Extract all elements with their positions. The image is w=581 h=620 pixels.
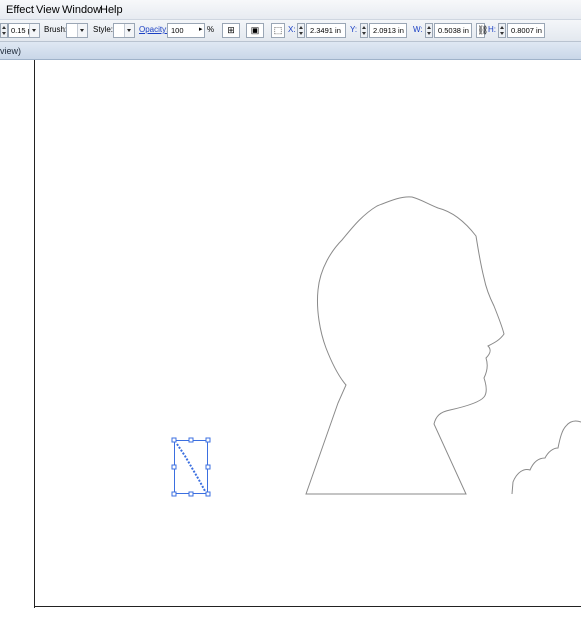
selection-box[interactable] — [171, 437, 211, 497]
selection-handle-top[interactable] — [188, 437, 194, 443]
w-stepper[interactable] — [425, 23, 433, 38]
menu-view[interactable]: View — [36, 4, 60, 16]
document-tab-strip: view) — [0, 42, 581, 60]
selection-handle-top-left[interactable] — [171, 437, 177, 443]
opacity-label[interactable]: Opacity: — [139, 25, 168, 34]
stroke-weight-stepper[interactable] — [0, 23, 8, 38]
menu-effect[interactable]: Effect — [6, 4, 34, 16]
h-stepper[interactable] — [498, 23, 506, 38]
transform-icon[interactable]: ⬚ — [271, 23, 285, 38]
y-stepper[interactable] — [360, 23, 368, 38]
chevron-down-icon — [124, 24, 134, 37]
style-label: Style: — [93, 25, 114, 34]
selection-handle-bottom-left[interactable] — [171, 491, 177, 497]
canvas-area[interactable] — [0, 60, 581, 620]
brush-dropdown[interactable] — [66, 23, 88, 38]
selection-handle-right[interactable] — [205, 464, 211, 470]
y-label[interactable]: Y: — [350, 25, 357, 34]
document-tab-label[interactable]: view) — [0, 46, 21, 56]
w-field[interactable]: 0.5038 in — [434, 23, 472, 38]
x-label[interactable]: X: — [288, 25, 296, 34]
menu-bar: Effect View Window Help — [0, 0, 581, 20]
percent-sign: % — [207, 25, 215, 34]
align-icon[interactable]: ⊞ — [222, 23, 240, 38]
artwork — [171, 196, 581, 497]
selection-handle-bottom[interactable] — [188, 491, 194, 497]
chevron-down-icon — [29, 24, 39, 37]
menu-window[interactable]: Window — [62, 4, 101, 16]
chevron-down-icon — [77, 24, 87, 37]
selection-handle-left[interactable] — [171, 464, 177, 470]
brush-label: Brush: — [44, 25, 68, 34]
link-icon[interactable]: ⛓ — [476, 23, 488, 38]
stroke-weight-dropdown[interactable]: 0.15 p — [8, 23, 40, 38]
opacity-arrow-icon[interactable]: ▸ — [199, 25, 203, 33]
y-field[interactable]: 2.0913 in — [369, 23, 407, 38]
h-label[interactable]: H: — [488, 25, 496, 34]
selection-handle-bottom-right[interactable] — [205, 491, 211, 497]
selection-handle-top-right[interactable] — [205, 437, 211, 443]
w-label[interactable]: W: — [413, 25, 423, 34]
arrange-icon[interactable]: ▣ — [246, 23, 264, 38]
partial-silhouette[interactable] — [511, 420, 581, 495]
style-dropdown[interactable] — [113, 23, 135, 38]
x-stepper[interactable] — [297, 23, 305, 38]
x-field[interactable]: 2.3491 in — [306, 23, 346, 38]
menu-help[interactable]: Help — [100, 4, 123, 16]
h-field[interactable]: 0.8007 in — [507, 23, 545, 38]
control-toolbar: 0.15 p Brush: Style: Opacity: 100 ▸ % ⊞ … — [0, 20, 581, 42]
head-silhouette[interactable] — [305, 196, 505, 495]
